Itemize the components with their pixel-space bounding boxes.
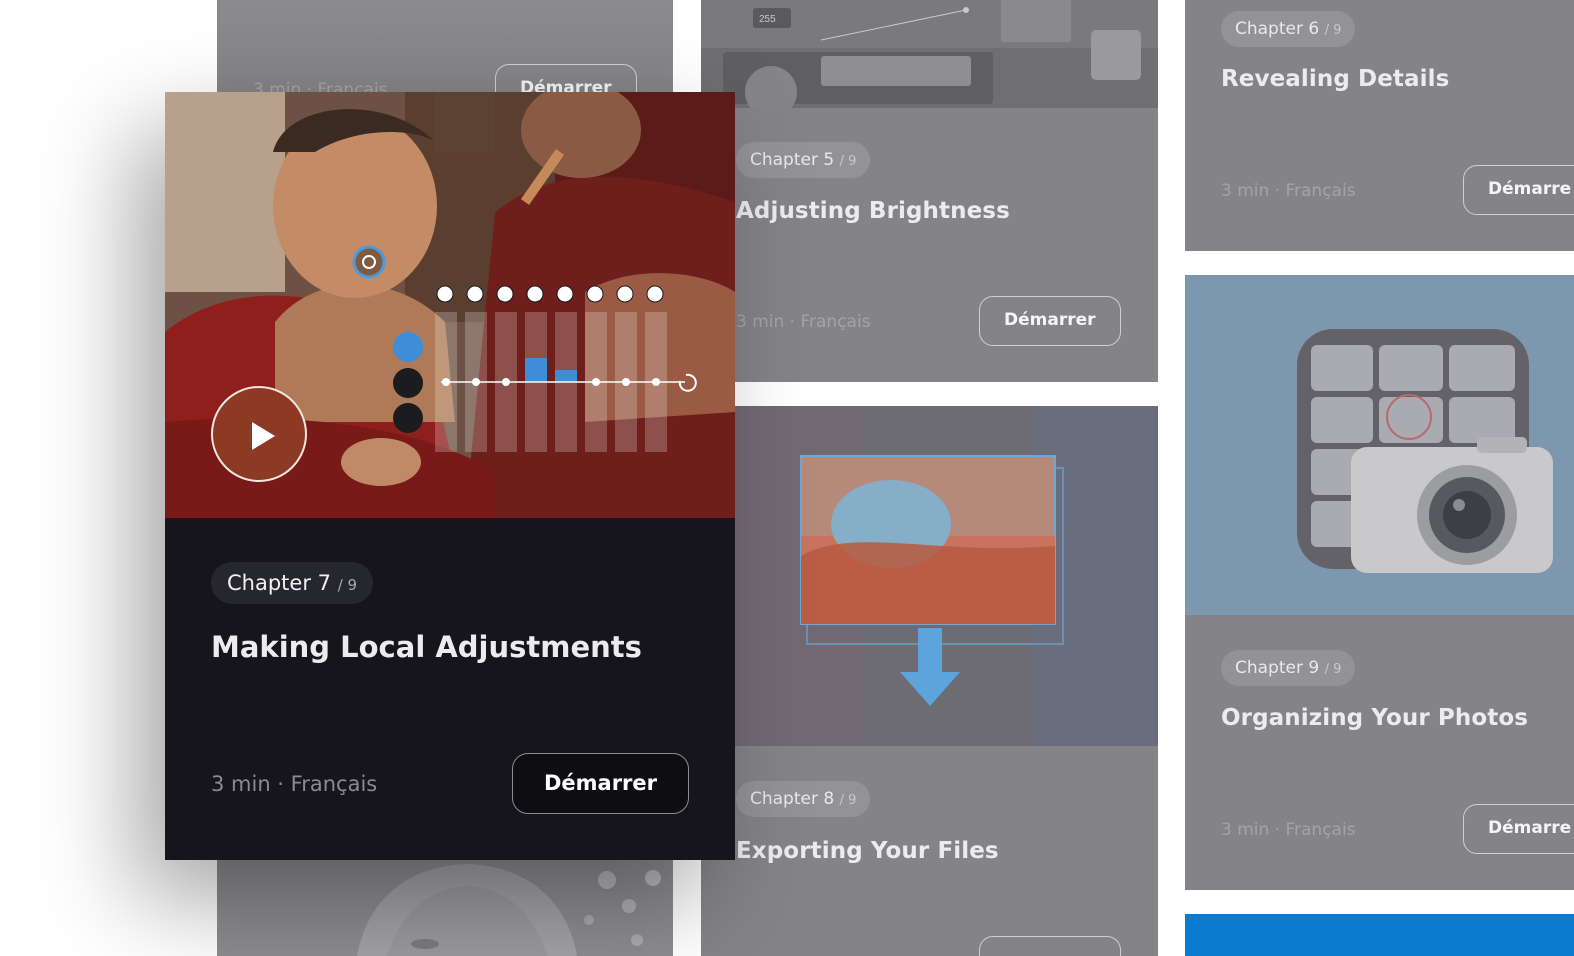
chapter-badge: Chapter 5 / 9	[736, 142, 871, 178]
chapter-total: / 9	[1324, 662, 1342, 677]
chapter-label: Chapter 8	[750, 789, 835, 809]
lesson-card-partial-blue	[1185, 914, 1574, 956]
portrait-thumbnail	[217, 860, 673, 956]
export-thumbnail	[701, 406, 1158, 746]
level-value: 255	[759, 14, 776, 25]
chapter-badge: Chapter 6 / 9	[1221, 11, 1356, 47]
lesson-card-chapter-5[interactable]: 255 Chapter 5 / 9 Adjusting Brightness 3…	[701, 0, 1158, 382]
lesson-title: Adjusting Brightness	[736, 198, 1010, 224]
chapter-badge: Chapter 8 / 9	[736, 781, 871, 817]
chapter-label: Chapter 5	[750, 150, 835, 170]
workspace-thumbnail: 255	[701, 0, 1158, 108]
lesson-card-partial-bottom	[217, 860, 673, 956]
lesson-title: Making Local Adjustments	[211, 630, 642, 664]
lesson-card-chapter-7[interactable]: Chapter 7 / 9 Making Local Adjustments 3…	[165, 92, 735, 860]
play-button[interactable]	[211, 386, 307, 482]
organizer-thumbnail	[1185, 275, 1574, 615]
start-button[interactable]: Démarre	[1463, 804, 1574, 854]
lesson-card-chapter-9[interactable]: Chapter 9 / 9 Organizing Your Photos 3 m…	[1185, 275, 1574, 890]
lesson-card-chapter-8[interactable]: Chapter 8 / 9 Exporting Your Files	[701, 406, 1158, 956]
lesson-title: Revealing Details	[1221, 66, 1450, 92]
lesson-thumbnail	[165, 92, 735, 518]
chapter-total: / 9	[337, 576, 358, 594]
lesson-meta: 3 min · Français	[1221, 820, 1356, 840]
start-button[interactable]: Démarre	[1463, 165, 1574, 215]
lesson-meta: 3 min · Français	[211, 772, 378, 796]
chapter-label: Chapter 6	[1235, 19, 1320, 39]
lesson-title: Organizing Your Photos	[1221, 705, 1529, 731]
lesson-card-chapter-6[interactable]: Chapter 6 / 9 Revealing Details 3 min · …	[1185, 0, 1574, 251]
chapter-total: / 9	[839, 154, 857, 169]
chapter-badge: Chapter 7 / 9	[211, 562, 374, 604]
lesson-meta: 3 min · Français	[736, 312, 871, 332]
start-button[interactable]: Démarrer	[979, 296, 1121, 346]
detail-tool-icon[interactable]	[393, 403, 423, 433]
chapter-label: Chapter 9	[1235, 658, 1320, 678]
chapter-badge: Chapter 9 / 9	[1221, 650, 1356, 686]
chapter-label: Chapter 7	[227, 571, 331, 595]
start-button-partial[interactable]	[979, 936, 1121, 956]
chapter-total: / 9	[839, 793, 857, 808]
chapter-total: / 9	[1324, 23, 1342, 38]
color-tool-icon[interactable]	[393, 368, 423, 398]
start-button[interactable]: Démarrer	[512, 753, 689, 814]
photos-camera-icon	[1297, 329, 1553, 573]
lesson-meta: 3 min · Français	[1221, 181, 1356, 201]
brightness-tool-icon[interactable]	[393, 332, 423, 362]
lesson-title: Exporting Your Files	[736, 838, 999, 864]
